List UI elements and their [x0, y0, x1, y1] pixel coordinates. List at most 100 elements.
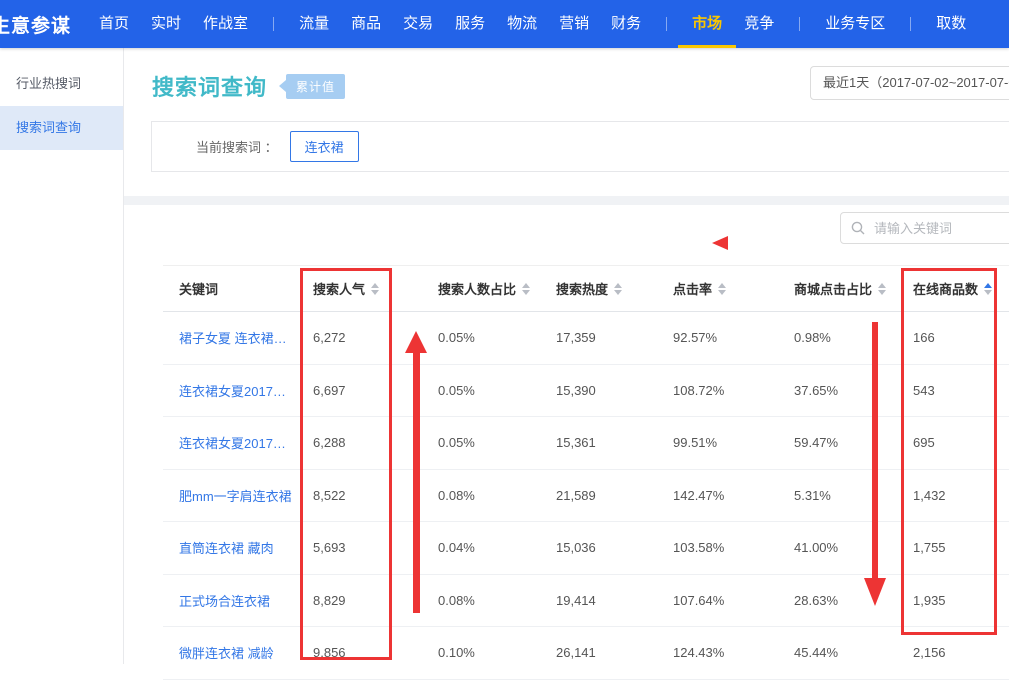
cell-searcher-ratio: 0.10%	[422, 645, 540, 660]
keyword-link[interactable]: 肥mm一字肩连衣裙	[163, 486, 297, 505]
cell-online-products: 1,432	[897, 488, 1009, 503]
sort-icon[interactable]	[522, 283, 530, 295]
page-layout: 行业热搜词 搜索词查询 搜索词查询 累计值 最近1天（2017-07-02~20…	[0, 48, 1009, 664]
table-row: 微胖连衣裙 减龄 9,856 0.10% 26,141 124.43% 45.4…	[163, 627, 1009, 680]
search-words-table: 关键词 搜索人气 搜索人数占比 搜索热度 点击率	[163, 265, 1009, 680]
sidebar-item-industry-hot-words[interactable]: 行业热搜词	[0, 62, 123, 106]
cell-search-popularity: 9,856	[297, 645, 422, 660]
keyword-link[interactable]: 微胖连衣裙 减龄	[163, 643, 297, 662]
top-navbar: 生意参谋 首页 实时 作战室 流量 商品 交易 服务 物流 营销 财务 市场 竞…	[0, 0, 1009, 48]
cell-searcher-ratio: 0.04%	[422, 540, 540, 555]
cell-mall-click-ratio: 0.98%	[778, 330, 897, 345]
cell-click-rate: 124.43%	[657, 645, 778, 660]
keyword-link[interactable]: 连衣裙女夏2017新款...	[163, 433, 297, 452]
sidebar-item-search-word-query[interactable]: 搜索词查询	[0, 106, 123, 150]
col-header-search-heat[interactable]: 搜索热度	[540, 279, 657, 298]
col-header-keyword: 关键词	[163, 279, 297, 298]
nav-item-home[interactable]: 首页	[99, 0, 129, 48]
table-row: 肥mm一字肩连衣裙 8,522 0.08% 21,589 142.47% 5.3…	[163, 470, 1009, 523]
nav-item-traffic[interactable]: 流量	[299, 0, 329, 48]
cell-searcher-ratio: 0.05%	[422, 435, 540, 450]
page-title: 搜索词查询	[152, 70, 267, 102]
nav-item-finance[interactable]: 财务	[611, 0, 641, 48]
search-icon	[851, 221, 865, 235]
app-logo[interactable]: 生意参谋	[0, 11, 71, 38]
sort-icon[interactable]	[718, 283, 726, 295]
cell-mall-click-ratio: 37.65%	[778, 383, 897, 398]
section-divider	[124, 196, 1009, 205]
search-term-tag[interactable]: 连衣裙	[290, 131, 359, 162]
cell-mall-click-ratio: 41.00%	[778, 540, 897, 555]
cell-online-products: 2,156	[897, 645, 1009, 660]
nav-item-realtime[interactable]: 实时	[151, 0, 181, 48]
keyword-search-input[interactable]	[872, 220, 1009, 237]
page-title-row: 搜索词查询 累计值	[152, 70, 345, 102]
keyword-link[interactable]: 正式场合连衣裙	[163, 591, 297, 610]
keyword-search-box[interactable]	[840, 212, 1009, 244]
cell-mall-click-ratio: 45.44%	[778, 645, 897, 660]
cell-search-popularity: 6,288	[297, 435, 422, 450]
table-row: 连衣裙女夏2017新款... 6,288 0.05% 15,361 99.51%…	[163, 417, 1009, 470]
col-header-click-rate[interactable]: 点击率	[657, 279, 778, 298]
cell-click-rate: 107.64%	[657, 593, 778, 608]
col-header-online-products[interactable]: 在线商品数	[897, 279, 1009, 298]
current-search-term-label: 当前搜索词 ：	[196, 137, 278, 156]
nav-item-service[interactable]: 服务	[455, 0, 485, 48]
keyword-link[interactable]: 裙子女夏 连衣裙便宜5...	[163, 328, 297, 347]
sort-icon-active-asc[interactable]	[984, 283, 992, 295]
cell-online-products: 695	[897, 435, 1009, 450]
cell-mall-click-ratio: 28.63%	[778, 593, 897, 608]
table-panel: 关键词 搜索人气 搜索人数占比 搜索热度 点击率	[124, 205, 1009, 680]
keyword-link[interactable]: 连衣裙女夏2017新款...	[163, 381, 297, 400]
table-row: 连衣裙女夏2017新款... 6,697 0.05% 15,390 108.72…	[163, 365, 1009, 418]
nav-item-products[interactable]: 商品	[351, 0, 381, 48]
nav-divider	[799, 17, 800, 31]
sort-icon[interactable]	[614, 283, 622, 295]
page-header: 搜索词查询 累计值 最近1天（2017-07-02~2017-07-02）	[124, 48, 1009, 121]
nav-item-trade[interactable]: 交易	[403, 0, 433, 48]
nav-item-data-fetch[interactable]: 取数	[936, 0, 966, 48]
cell-online-products: 543	[897, 383, 1009, 398]
cell-search-heat: 19,414	[540, 593, 657, 608]
sidebar: 行业热搜词 搜索词查询	[0, 48, 124, 664]
nav-item-marketing[interactable]: 营销	[559, 0, 589, 48]
cell-online-products: 166	[897, 330, 1009, 345]
cell-searcher-ratio: 0.05%	[422, 383, 540, 398]
nav-divider	[273, 17, 274, 31]
col-header-mall-click-ratio[interactable]: 商城点击占比	[778, 279, 897, 298]
cell-searcher-ratio: 0.08%	[422, 593, 540, 608]
nav-item-war-room[interactable]: 作战室	[203, 0, 248, 48]
col-header-searcher-ratio[interactable]: 搜索人数占比	[422, 279, 540, 298]
nav-item-competition[interactable]: 竞争	[744, 0, 774, 48]
table-row: 正式场合连衣裙 8,829 0.08% 19,414 107.64% 28.63…	[163, 575, 1009, 628]
cell-searcher-ratio: 0.05%	[422, 330, 540, 345]
cell-search-heat: 15,036	[540, 540, 657, 555]
nav-divider	[910, 17, 911, 31]
cell-search-popularity: 8,829	[297, 593, 422, 608]
cell-click-rate: 92.57%	[657, 330, 778, 345]
sort-icon[interactable]	[878, 283, 886, 295]
cell-click-rate: 142.47%	[657, 488, 778, 503]
cell-mall-click-ratio: 59.47%	[778, 435, 897, 450]
nav-item-market[interactable]: 市场	[692, 0, 722, 48]
cell-click-rate: 99.51%	[657, 435, 778, 450]
cell-click-rate: 103.58%	[657, 540, 778, 555]
nav-divider	[666, 17, 667, 31]
cell-search-heat: 26,141	[540, 645, 657, 660]
sort-icon[interactable]	[371, 283, 379, 295]
cell-search-heat: 21,589	[540, 488, 657, 503]
badge-arrow-icon	[279, 80, 286, 92]
nav-item-business-zone[interactable]: 业务专区	[825, 0, 885, 48]
keyword-link[interactable]: 直筒连衣裙 藏肉	[163, 538, 297, 557]
main-content: 搜索词查询 累计值 最近1天（2017-07-02~2017-07-02） 当前…	[124, 48, 1009, 664]
col-header-search-popularity[interactable]: 搜索人气	[297, 279, 422, 298]
cell-search-popularity: 6,697	[297, 383, 422, 398]
date-range-selector[interactable]: 最近1天（2017-07-02~2017-07-02）	[810, 66, 1009, 100]
cell-search-heat: 17,359	[540, 330, 657, 345]
badge-label: 累计值	[286, 74, 345, 99]
table-row: 直筒连衣裙 藏肉 5,693 0.04% 15,036 103.58% 41.0…	[163, 522, 1009, 575]
current-search-term-card: 当前搜索词 ： 连衣裙	[151, 121, 1009, 172]
nav-item-logistics[interactable]: 物流	[507, 0, 537, 48]
cell-mall-click-ratio: 5.31%	[778, 488, 897, 503]
cell-searcher-ratio: 0.08%	[422, 488, 540, 503]
